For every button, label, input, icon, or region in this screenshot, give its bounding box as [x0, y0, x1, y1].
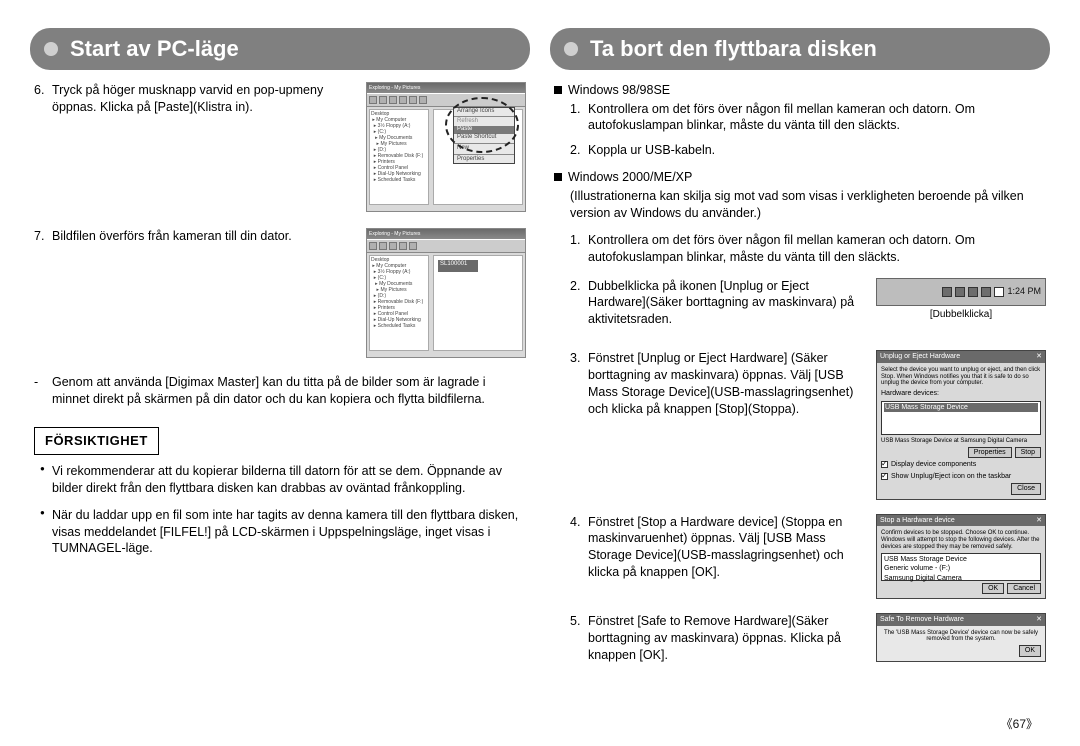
menu-paste-shortcut[interactable]: Paste Shortcut	[454, 134, 514, 142]
s3-num: 3.	[570, 350, 584, 418]
left-column: Start av PC-läge 6. Tryck på höger muskn…	[30, 28, 530, 682]
s4-text: Fönstret [Stop a Hardware device] (Stopp…	[588, 514, 866, 582]
w98-step2-num: 2.	[570, 142, 584, 159]
explorer-screenshot-file: Exploring - My Pictures Desktop ▸ My Com…	[366, 228, 526, 358]
context-menu[interactable]: Arrange Icons Refresh Paste Paste Shortc…	[453, 107, 515, 165]
close-button[interactable]: Close	[1011, 483, 1041, 494]
close-icon[interactable]: ✕	[1036, 352, 1042, 361]
tray-icon[interactable]	[942, 287, 952, 297]
step6-text: Tryck på höger musknapp varvid en pop-up…	[52, 82, 352, 116]
menu-new[interactable]: New	[454, 145, 514, 153]
menu-properties[interactable]: Properties	[454, 156, 514, 164]
checkbox-icon[interactable]	[881, 461, 888, 468]
windows-2000-header: Windows 2000/ME/XP	[568, 169, 692, 186]
tray-icon[interactable]	[968, 287, 978, 297]
properties-button[interactable]: Properties	[968, 447, 1012, 458]
ok-button[interactable]: OK	[982, 583, 1004, 594]
dlg-title: Stop a Hardware device	[880, 516, 955, 525]
stop-hardware-dialog: Stop a Hardware device ✕ Confirm devices …	[876, 514, 1046, 600]
section-title-right: Ta bort den flyttbara disken	[550, 28, 1050, 70]
device-item[interactable]: Generic volume - (F:)	[884, 564, 1038, 573]
section-title-left: Start av PC-läge	[30, 28, 530, 70]
explorer-tree-2: Desktop ▸ My Computer ▸ 3½ Floppy (A:) ▸…	[369, 255, 429, 351]
close-icon[interactable]: ✕	[1036, 615, 1042, 624]
explorer-title-2: Exploring - My Pictures	[367, 229, 525, 239]
s2-num: 2.	[570, 278, 584, 329]
windows-98-header: Windows 98/98SE	[568, 82, 670, 99]
caution-item: När du laddar upp en fil som inte har ta…	[40, 507, 526, 558]
w98-step1-text: Kontrollera om det förs över någon fil m…	[588, 101, 1046, 135]
s3-text: Fönstret [Unplug or Eject Hardware] (Säk…	[588, 350, 866, 418]
explorer-tree: Desktop ▸ My Computer ▸ 3½ Floppy (A:) ▸…	[369, 109, 429, 205]
s5-text: Fönstret [Safe to Remove Hardware](Säker…	[588, 613, 866, 664]
caution-item: Vi rekommenderar att du kopierar bildern…	[40, 463, 526, 497]
close-icon[interactable]: ✕	[1036, 516, 1042, 525]
device-item[interactable]: Samsung Digital Camera	[884, 574, 1038, 583]
file-thumb: SL100001	[438, 260, 478, 272]
square-bullet-icon	[554, 173, 562, 181]
dlg-title: Safe To Remove Hardware	[880, 615, 964, 624]
s4-num: 4.	[570, 514, 584, 582]
cancel-button[interactable]: Cancel	[1007, 583, 1041, 594]
dlg-title: Unplug or Eject Hardware	[880, 352, 960, 361]
menu-refresh[interactable]: Refresh	[454, 118, 514, 126]
safe-remove-dialog: Safe To Remove Hardware ✕ The 'USB Mass S…	[876, 613, 1046, 662]
unplug-dialog: Unplug or Eject Hardware ✕ Select the dev…	[876, 350, 1046, 499]
w98-step1-num: 1.	[570, 101, 584, 135]
device-listbox[interactable]: USB Mass Storage Device Generic volume -…	[881, 553, 1041, 581]
menu-paste[interactable]: Paste	[454, 126, 514, 134]
s1-text: Kontrollera om det förs över någon fil m…	[588, 232, 1046, 266]
digimax-note: Genom att använda [Digimax Master] kan d…	[52, 374, 526, 408]
square-bullet-icon	[554, 86, 562, 94]
step7-text: Bildfilen överförs från kameran till din…	[52, 228, 292, 245]
stop-button[interactable]: Stop	[1015, 447, 1041, 458]
right-column: Ta bort den flyttbara disken Windows 98/…	[550, 28, 1050, 682]
s5-num: 5.	[570, 613, 584, 664]
taskbar-caption: [Dubbelklicka]	[876, 308, 1046, 322]
dlg-text: Select the device you want to unplug or …	[881, 367, 1041, 388]
checkbox-icon[interactable]	[881, 473, 888, 480]
device-item[interactable]: USB Mass Storage Device	[884, 555, 1038, 564]
ok-button[interactable]: OK	[1019, 645, 1041, 656]
hw-label: Hardware devices:	[881, 389, 1041, 398]
page-number: 《67》	[1001, 716, 1038, 732]
windows-2000-note: (Illustrationerna kan skilja sig mot vad…	[554, 188, 1046, 222]
hw-desc: USB Mass Storage Device at Samsung Digit…	[881, 437, 1041, 445]
explorer-title: Exploring - My Pictures	[367, 83, 525, 93]
step7-number: 7.	[34, 228, 48, 245]
s2-text: Dubbelklicka på ikonen [Unplug or Eject …	[588, 278, 866, 329]
s1-num: 1.	[570, 232, 584, 266]
explorer-screenshot-paste: Exploring - My Pictures Desktop ▸ My Com…	[366, 82, 526, 212]
menu-arrange-icons[interactable]: Arrange Icons	[454, 108, 514, 116]
hw-item[interactable]: USB Mass Storage Device	[884, 403, 1038, 412]
chk1-label: Display device components	[891, 460, 976, 469]
dash-marker: -	[34, 374, 48, 408]
caution-header: FÖRSIKTIGHET	[34, 427, 159, 455]
hw-listbox[interactable]: USB Mass Storage Device	[881, 401, 1041, 435]
dlg-text: The 'USB Mass Storage Device' device can…	[881, 630, 1041, 644]
w98-step2-text: Koppla ur USB-kabeln.	[588, 142, 715, 159]
taskbar-figure: 1:24 PM [Dubbelklicka]	[876, 278, 1046, 337]
tray-icon[interactable]	[981, 287, 991, 297]
taskbar-time: 1:24 PM	[1007, 285, 1041, 297]
tray-eject-icon[interactable]	[994, 287, 1004, 297]
chk2-label: Show Unplug/Eject icon on the taskbar	[891, 472, 1011, 481]
tray-icon[interactable]	[955, 287, 965, 297]
step6-number: 6.	[34, 82, 48, 116]
dlg-text: Confirm devices to be stopped. Choose OK…	[881, 530, 1041, 551]
